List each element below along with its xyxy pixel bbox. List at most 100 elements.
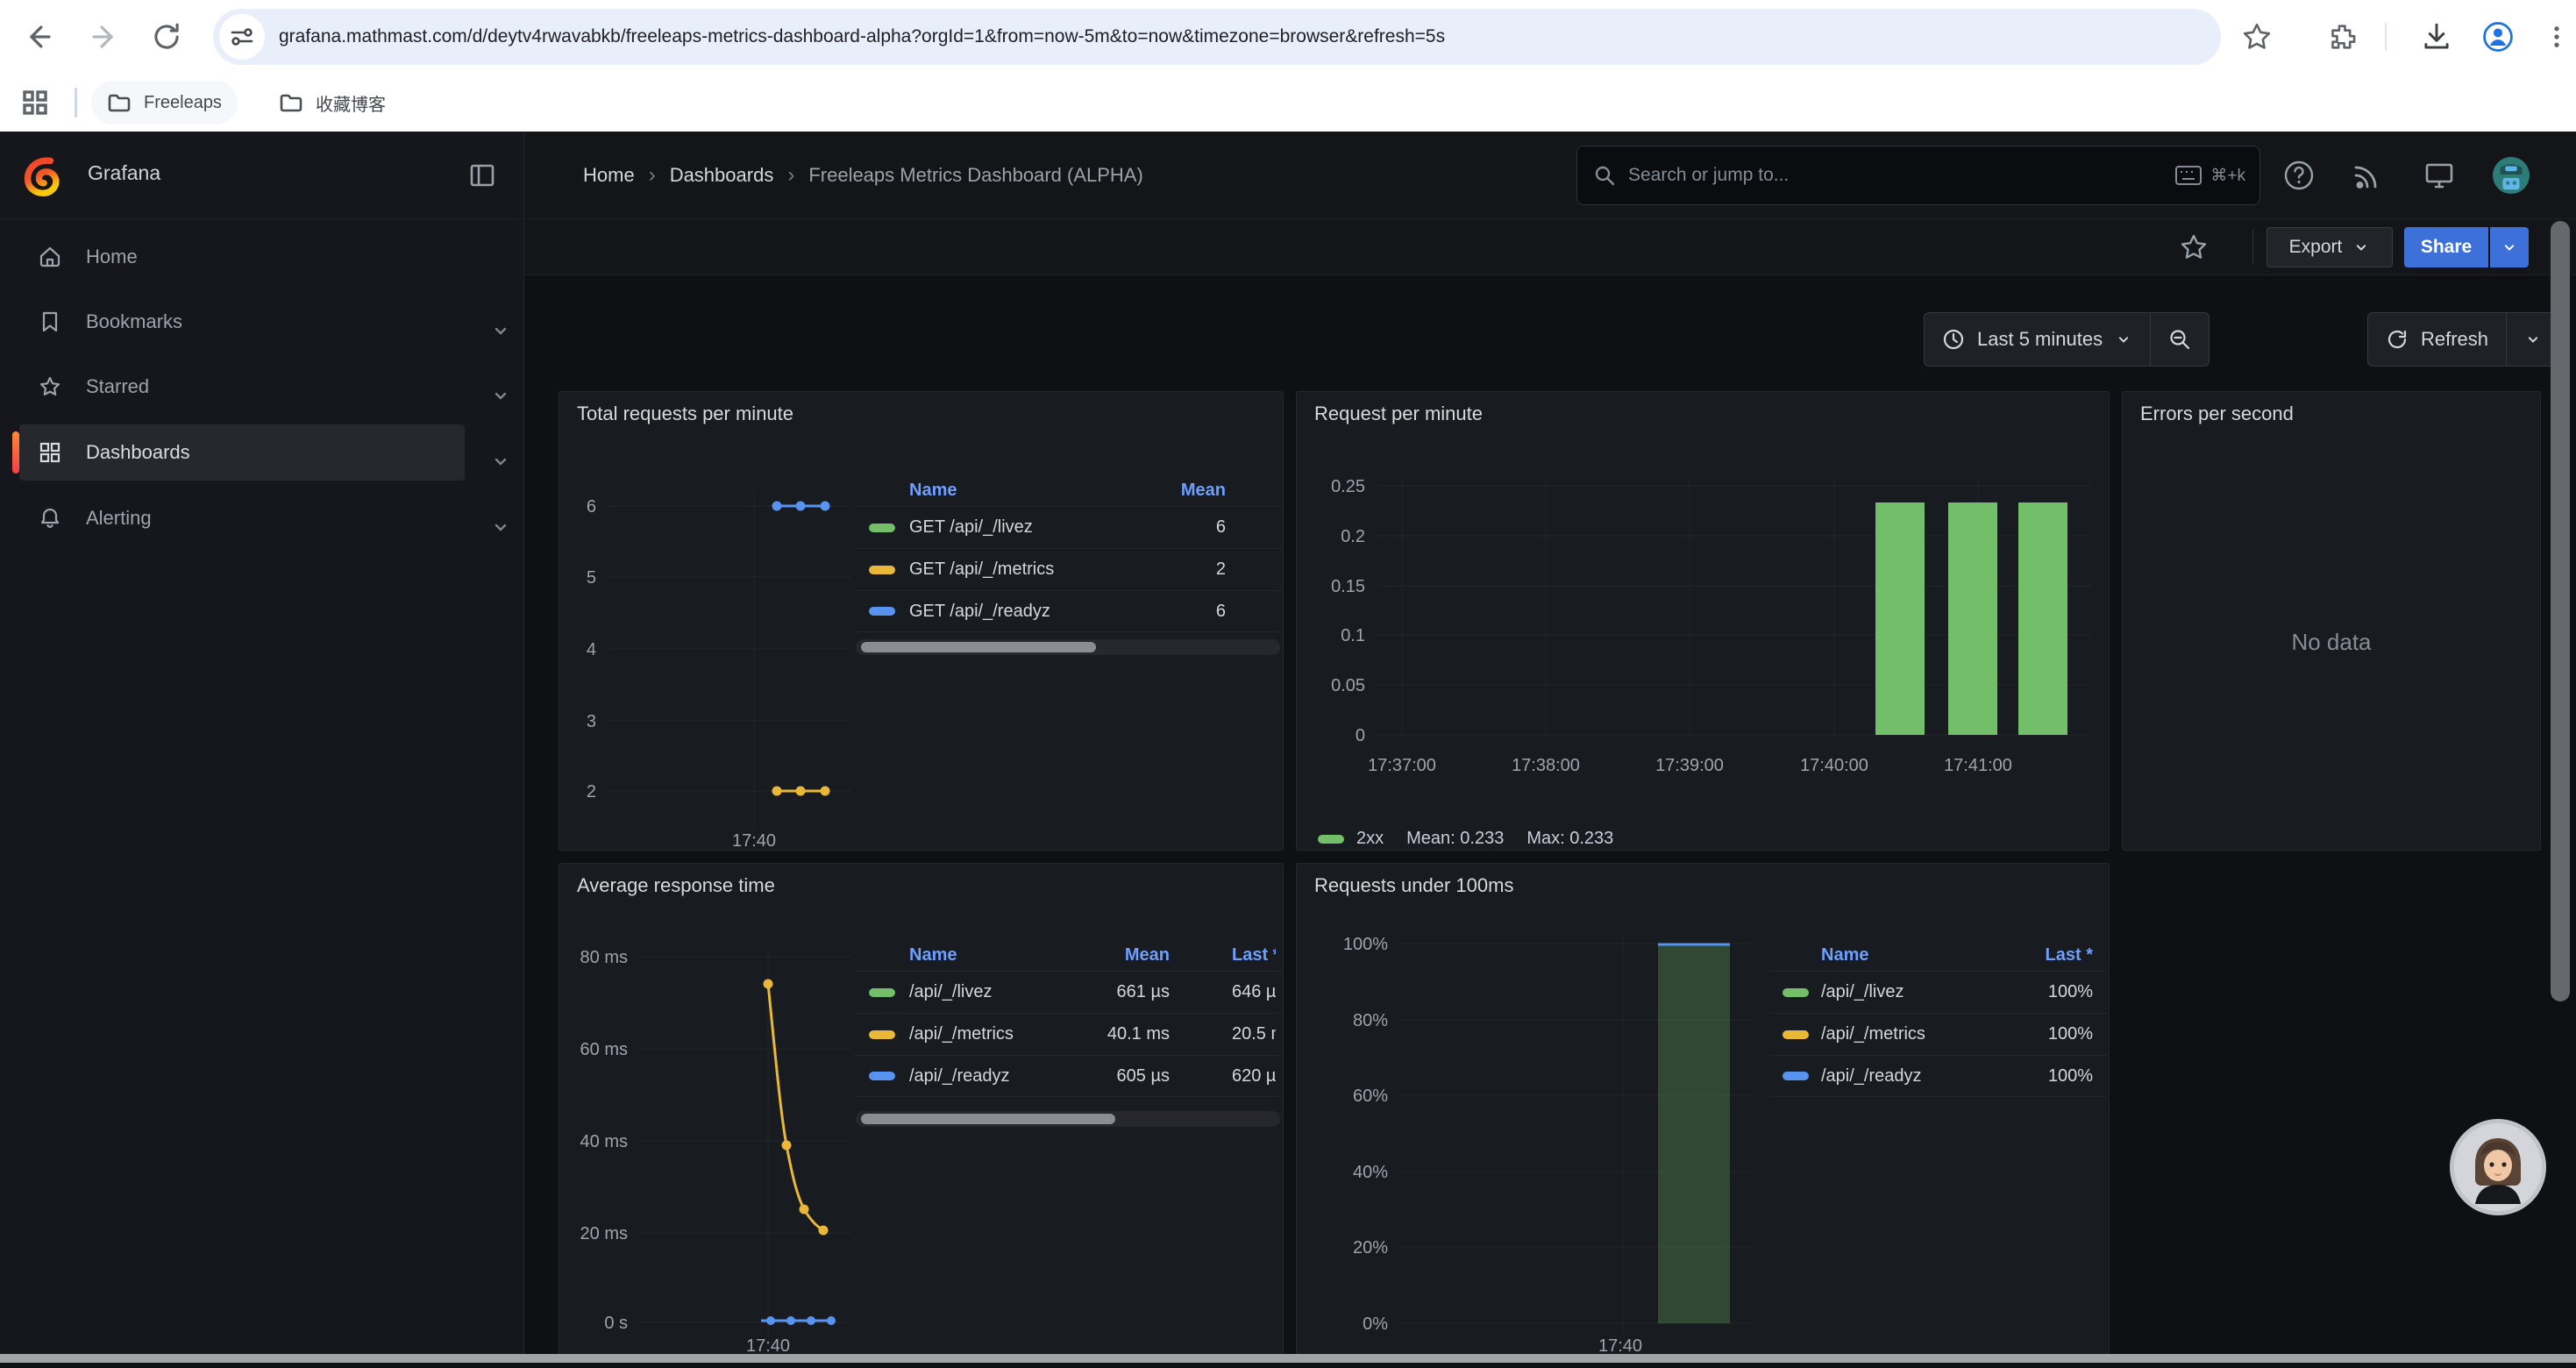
panel-title[interactable]: Average response time xyxy=(577,874,775,897)
panel-title[interactable]: Errors per second xyxy=(2140,403,2294,425)
bookmark-icon xyxy=(39,310,61,333)
download-icon xyxy=(2420,20,2453,53)
series-color-pill[interactable] xyxy=(869,1030,895,1039)
url-input[interactable] xyxy=(279,26,2164,47)
site-settings-icon[interactable] xyxy=(219,14,265,60)
series-color-pill[interactable] xyxy=(1783,988,1809,997)
folder-icon xyxy=(279,90,303,115)
search-bar[interactable]: ⌘+k xyxy=(1576,146,2260,205)
series-color-pill[interactable] xyxy=(869,524,895,532)
legend-row-metrics[interactable]: /api/_/metrics 100% xyxy=(1769,1013,2107,1055)
share-menu-button[interactable] xyxy=(2490,227,2529,267)
chevron-down-icon xyxy=(2352,239,2370,256)
legend-row-readyz[interactable]: /api/_/readyz 100% xyxy=(1769,1055,2107,1097)
sidebar-item-alerting[interactable]: Alerting xyxy=(19,490,465,546)
legend-row-metrics[interactable]: GET /api/_/metrics 2 xyxy=(856,548,1280,590)
url-bar[interactable] xyxy=(213,9,2221,65)
bookmark-folder-blogs[interactable]: 收藏博客 xyxy=(263,81,402,125)
series-last: 100% xyxy=(2010,1024,2107,1044)
sidebar-item-starred[interactable]: Starred xyxy=(19,359,465,415)
table-scrollbar[interactable] xyxy=(856,1111,1280,1127)
metrics-series-line xyxy=(768,984,823,1230)
downloads-button[interactable] xyxy=(2416,16,2458,58)
chevron-down-icon[interactable] xyxy=(490,517,511,538)
sidebar-item-home[interactable]: Home xyxy=(19,229,465,285)
legend-row-readyz[interactable]: /api/_/readyz 605 µs 620 µs xyxy=(856,1055,1280,1097)
zoom-out-button[interactable] xyxy=(2150,313,2209,366)
refresh-button[interactable]: Refresh xyxy=(2368,313,2506,366)
assistant-avatar-icon xyxy=(2454,1123,2542,1211)
column-mean[interactable]: Mean xyxy=(957,481,1280,501)
time-range-picker[interactable]: Last 5 minutes xyxy=(1925,313,2150,366)
profile-button[interactable] xyxy=(2477,16,2519,58)
svg-text:17:40: 17:40 xyxy=(1598,1336,1642,1356)
time-range-label: Last 5 minutes xyxy=(1977,328,2103,351)
refresh-group: Refresh xyxy=(2367,312,2560,367)
table-scrollbar-thumb[interactable] xyxy=(861,1114,1115,1124)
panel-title[interactable]: Total requests per minute xyxy=(577,403,793,425)
apps-grid-button[interactable] xyxy=(14,82,56,124)
chevron-down-icon[interactable] xyxy=(490,385,511,406)
series-color-pill[interactable] xyxy=(869,566,895,574)
sidebar-collapse-button[interactable] xyxy=(463,156,502,195)
column-name[interactable]: Name xyxy=(1821,945,1868,965)
series-color-pill[interactable] xyxy=(869,988,895,997)
series-name: /api/_/livez xyxy=(909,982,1057,1002)
series-color-pill[interactable] xyxy=(1783,1030,1809,1039)
breadcrumb-dashboards[interactable]: Dashboards xyxy=(670,164,774,187)
legend-row-livez[interactable]: /api/_/livez 661 µs 646 µs xyxy=(856,971,1280,1013)
sidebar-item-label: Alerting xyxy=(86,507,152,530)
browser-menu-button[interactable] xyxy=(2536,16,2576,58)
bookmark-folder-freeleaps[interactable]: Freeleaps xyxy=(91,81,238,125)
series-color-pill[interactable] xyxy=(869,607,895,616)
page-scrollbar-thumb[interactable] xyxy=(2551,221,2570,1001)
dashboard-actions: Export Share xyxy=(524,219,2576,275)
column-name[interactable]: Name xyxy=(909,945,1057,965)
sidebar-item-label: Home xyxy=(86,246,138,268)
series-last: 646 µs xyxy=(1232,982,1276,1002)
keyboard-icon xyxy=(2175,166,2202,185)
legend-row-livez[interactable]: GET /api/_/livez 6 xyxy=(856,506,1280,548)
favorite-dashboard-button[interactable] xyxy=(2174,228,2213,267)
svg-text:0.2: 0.2 xyxy=(1341,527,1365,546)
user-avatar[interactable] xyxy=(2492,156,2530,195)
chart-legend[interactable]: 2xx Mean: 0.233 Max: 0.233 xyxy=(1318,829,1613,849)
grafana-header: Home › Dashboards › Freeleaps Metrics Da… xyxy=(524,132,2576,219)
series-last: 100% xyxy=(2010,1066,2107,1087)
svg-text:0.25: 0.25 xyxy=(1331,477,1365,496)
extensions-button[interactable] xyxy=(2322,16,2364,58)
share-button[interactable]: Share xyxy=(2404,227,2488,267)
forward-button[interactable] xyxy=(82,16,125,58)
news-button[interactable] xyxy=(2348,156,2387,195)
assistant-avatar[interactable] xyxy=(2450,1119,2546,1215)
legend-row-metrics[interactable]: /api/_/metrics 40.1 ms 20.5 ms xyxy=(856,1013,1280,1055)
legend-row-livez[interactable]: /api/_/livez 100% xyxy=(1769,971,2107,1013)
sidebar-item-dashboards[interactable]: Dashboards xyxy=(19,424,465,481)
column-name[interactable]: Name xyxy=(909,481,957,501)
back-arrow-icon xyxy=(22,19,57,54)
breadcrumb-home[interactable]: Home xyxy=(583,164,635,187)
bookmark-star-button[interactable] xyxy=(2236,16,2278,58)
series-color-pill[interactable] xyxy=(869,1072,895,1080)
help-button[interactable] xyxy=(2280,156,2318,195)
export-button[interactable]: Export xyxy=(2266,227,2393,267)
column-last[interactable]: Last * xyxy=(1868,945,2107,965)
legend-row-readyz[interactable]: GET /api/_/readyz 6 xyxy=(856,590,1280,632)
star-icon xyxy=(39,375,61,398)
request-per-minute-chart[interactable]: 0.25 0.2 0.15 0.1 0.05 0 17:37:00 17:38:… xyxy=(1297,392,2110,851)
window-hscrollbar[interactable] xyxy=(0,1354,2576,1363)
reload-button[interactable] xyxy=(146,16,188,58)
table-scrollbar-thumb[interactable] xyxy=(861,642,1096,652)
panel-title[interactable]: Requests under 100ms xyxy=(1314,874,1513,897)
sidebar-item-bookmarks[interactable]: Bookmarks xyxy=(19,294,465,350)
search-input[interactable] xyxy=(1628,165,2175,186)
panel-title[interactable]: Request per minute xyxy=(1314,403,1483,425)
display-button[interactable] xyxy=(2420,156,2459,195)
column-last[interactable]: Last * xyxy=(1232,945,1276,965)
back-button[interactable] xyxy=(18,16,60,58)
chevron-down-icon[interactable] xyxy=(490,320,511,341)
table-scrollbar[interactable] xyxy=(856,639,1280,655)
chevron-down-icon[interactable] xyxy=(490,451,511,472)
series-color-pill[interactable] xyxy=(1783,1072,1809,1080)
column-mean[interactable]: Mean xyxy=(1057,945,1170,965)
